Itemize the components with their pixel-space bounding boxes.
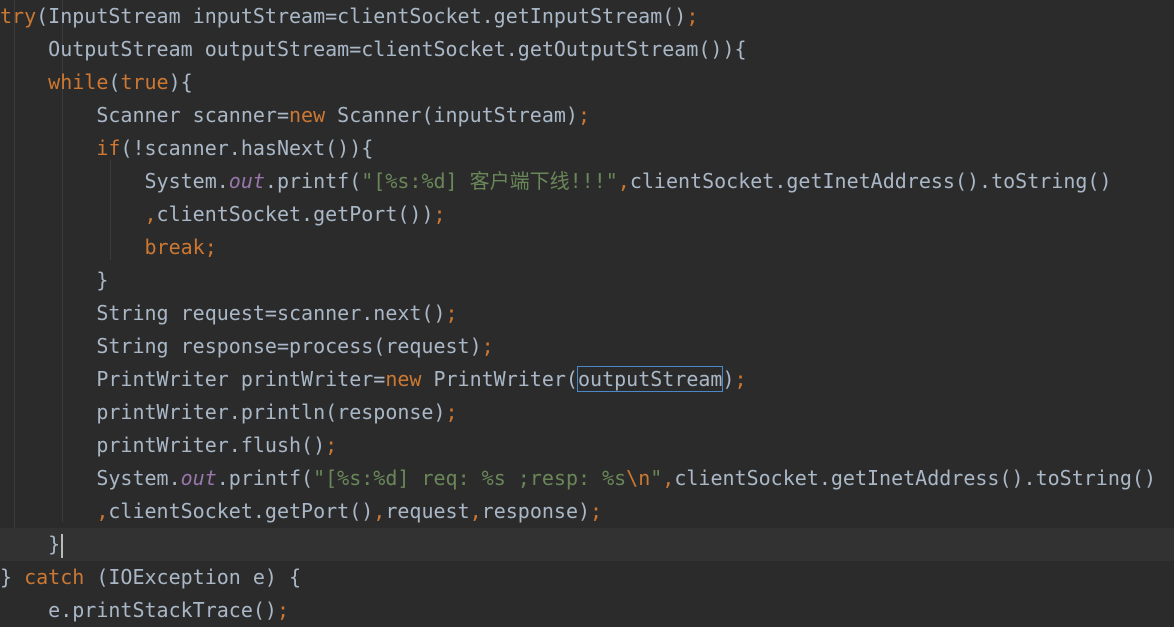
code-line[interactable]: } <box>0 528 1174 561</box>
code-token-kw: , <box>373 499 386 523</box>
code-token-plain: (InputStream inputStream=clientSocket.ge… <box>36 4 687 28</box>
code-token-kw: ; <box>686 4 699 28</box>
code-line[interactable]: System.out.printf("[%s:%d] req: %s ;resp… <box>0 462 1174 495</box>
text-caret <box>61 533 64 558</box>
code-token-plain: clientSocket.getInetAddress().toString() <box>674 466 1156 490</box>
code-token-plain: System. <box>144 169 229 193</box>
code-line[interactable]: Scanner scanner=new Scanner(inputStream)… <box>0 99 1174 132</box>
code-token-field: out <box>180 466 217 490</box>
code-token-plain: (!scanner.hasNext()){ <box>120 136 374 160</box>
code-token-kw: , <box>617 169 630 193</box>
code-line[interactable]: String request=scanner.next(); <box>0 297 1174 330</box>
code-token-field: out <box>228 169 265 193</box>
code-line[interactable]: OutputStream outputStream=clientSocket.g… <box>0 33 1174 66</box>
code-token-kw: ; <box>325 433 338 457</box>
code-line[interactable]: ,clientSocket.getPort()); <box>0 198 1174 231</box>
code-token-plain: String response=process(request) <box>96 334 482 358</box>
code-token-plain: request <box>385 499 470 523</box>
code-line[interactable]: printWriter.flush(); <box>0 429 1174 462</box>
code-token-plain: ){ <box>168 70 193 94</box>
code-token-plain: printWriter.println(response) <box>96 400 446 424</box>
code-token-plain: OutputStream outputStream=clientSocket.g… <box>48 37 747 61</box>
code-token-plain: } <box>48 532 61 556</box>
code-token-kw: , <box>662 466 675 490</box>
code-editor[interactable]: try(InputStream inputStream=clientSocket… <box>0 0 1174 627</box>
code-token-plain: ) <box>722 367 735 391</box>
code-token-str: "[%s:%d] 客户端下线!!!" <box>361 169 618 193</box>
code-token-plain: System. <box>96 466 181 490</box>
code-token-plain: PrintWriter( <box>421 367 578 391</box>
code-token-kw: ; <box>734 367 747 391</box>
code-token-plain: PrintWriter printWriter= <box>96 367 386 391</box>
code-line[interactable]: if(!scanner.hasNext()){ <box>0 132 1174 165</box>
code-token-str: " <box>650 466 663 490</box>
code-token-kw: , <box>96 499 109 523</box>
code-token-plain: clientSocket.getPort() <box>108 499 374 523</box>
code-token-kw: break; <box>144 235 217 259</box>
code-token-plain: printWriter.flush() <box>96 433 326 457</box>
code-token-kw: ; <box>445 400 458 424</box>
code-token-kw: catch <box>24 565 85 589</box>
code-token-plain: Scanner scanner= <box>96 103 289 127</box>
code-token-plain: response) <box>481 499 591 523</box>
code-token-kw: ; <box>276 598 289 622</box>
code-token-esc: \n <box>626 466 651 490</box>
code-line[interactable]: try(InputStream inputStream=clientSocket… <box>0 0 1174 33</box>
code-token-kw: ; <box>445 301 458 325</box>
code-token-kw: ; <box>590 499 603 523</box>
code-line[interactable]: String response=process(request); <box>0 330 1174 363</box>
code-token-plain: } <box>96 268 109 292</box>
code-token-kw: if <box>96 136 121 160</box>
code-token-kw: ; <box>433 202 446 226</box>
code-token-plain: } <box>0 565 25 589</box>
code-token-str: "[%s:%d] req: %s ;resp: %s <box>313 466 627 490</box>
code-token-kw: , <box>469 499 482 523</box>
code-line[interactable]: System.out.printf("[%s:%d] 客户端下线!!!",cli… <box>0 165 1174 198</box>
code-token-plain: clientSocket.getPort()) <box>156 202 434 226</box>
code-token-plain: .printf( <box>216 466 314 490</box>
code-token-plain: e.printStackTrace() <box>48 598 277 622</box>
code-line[interactable]: printWriter.println(response); <box>0 396 1174 429</box>
code-line[interactable]: } <box>0 264 1174 297</box>
code-token-box: outputStream <box>576 366 724 392</box>
code-token-plain: ( <box>108 70 121 94</box>
code-token-kw: new <box>288 103 326 127</box>
code-token-plain: String request=scanner.next() <box>96 301 446 325</box>
code-line[interactable]: } catch (IOException e) { <box>0 561 1174 594</box>
code-token-plain: clientSocket.getInetAddress().toString() <box>629 169 1112 193</box>
code-line[interactable]: PrintWriter printWriter=new PrintWriter(… <box>0 363 1174 396</box>
code-token-plain: (IOException e) { <box>84 565 302 589</box>
code-token-plain: .printf( <box>264 169 362 193</box>
code-token-kw: ; <box>577 103 591 127</box>
code-token-kw: true <box>120 70 169 94</box>
code-line[interactable]: while(true){ <box>0 66 1174 99</box>
code-line[interactable]: break; <box>0 231 1174 264</box>
code-token-kw: ; <box>481 334 494 358</box>
code-token-kw: , <box>144 202 157 226</box>
code-line[interactable]: e.printStackTrace(); <box>0 594 1174 627</box>
code-token-kw: try <box>0 4 37 28</box>
code-token-kw: new <box>385 367 422 391</box>
code-line[interactable]: ,clientSocket.getPort(),request,response… <box>0 495 1174 528</box>
code-token-plain: Scanner(inputStream) <box>325 103 578 127</box>
code-token-kw: while <box>48 70 109 94</box>
